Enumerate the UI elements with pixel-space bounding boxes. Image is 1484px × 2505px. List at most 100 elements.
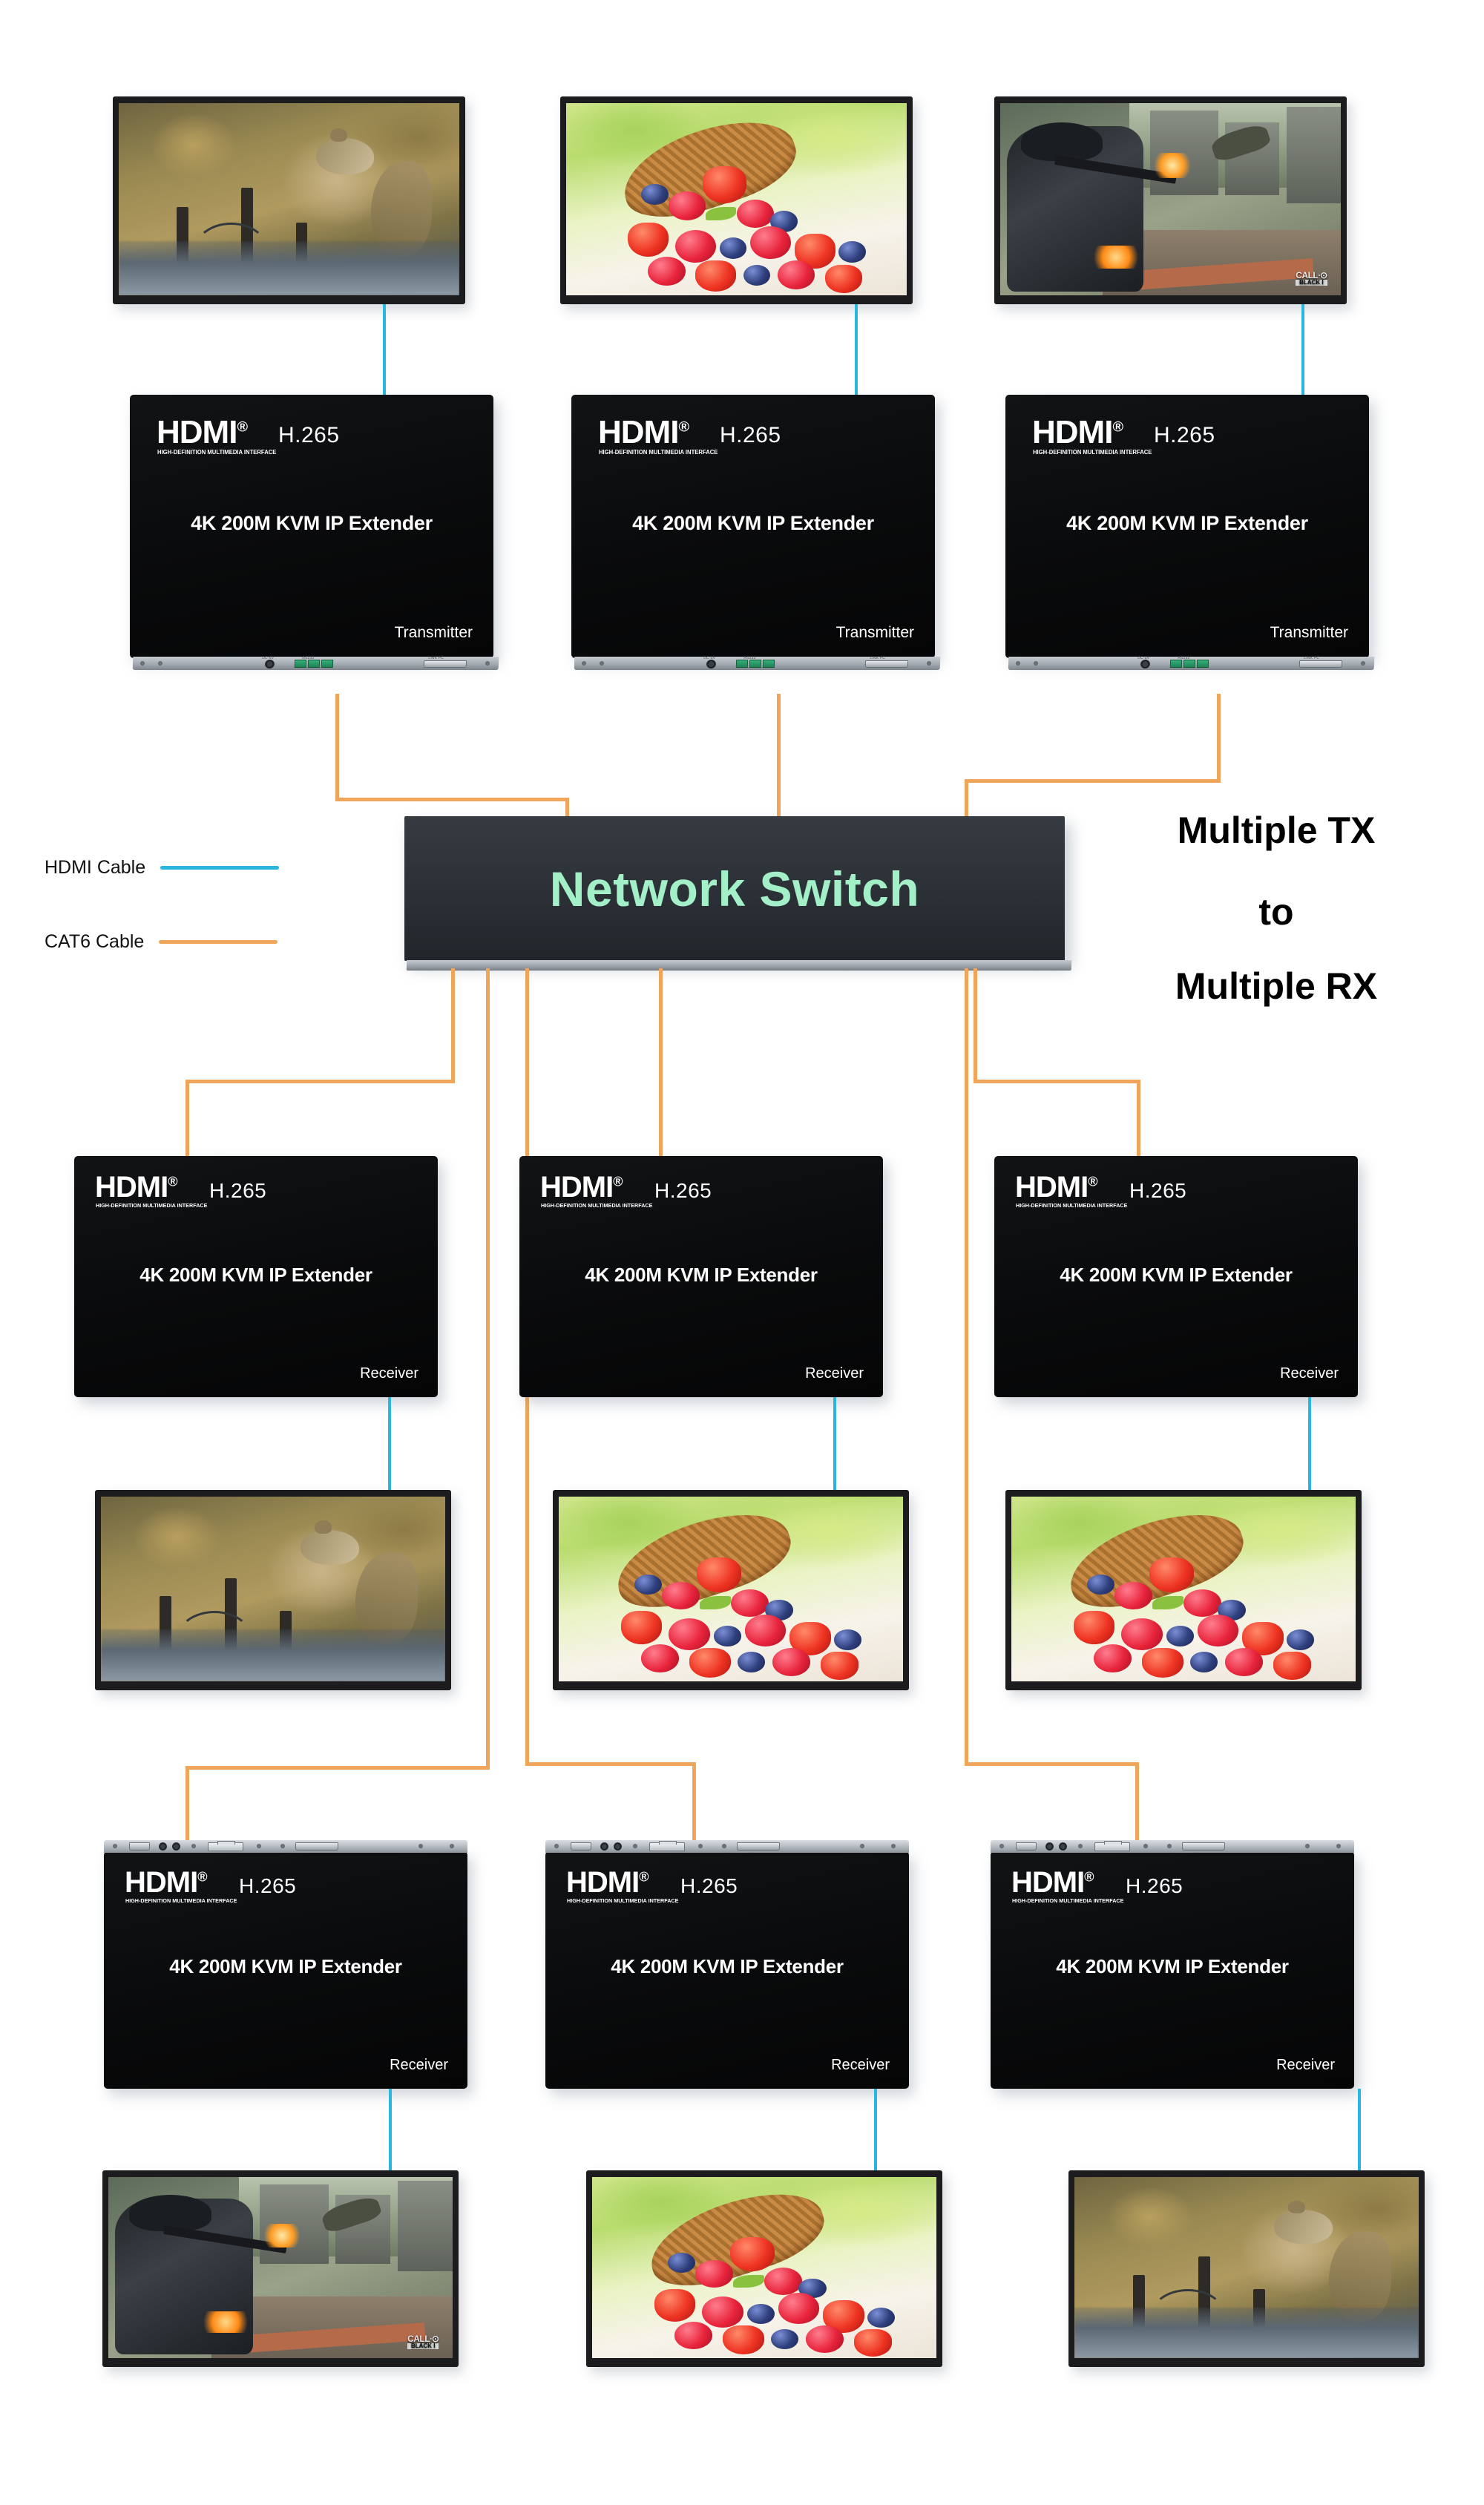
registered-mark: ® xyxy=(678,418,690,436)
hdmi-brand-text: HDMI xyxy=(1032,414,1113,450)
source-monitor-3: CALL∙⊙ BLACK Ⅰ xyxy=(994,96,1347,304)
output-monitor-4: CALL∙⊙ BLACK Ⅰ xyxy=(102,2170,459,2367)
hdmi-cable-src3 xyxy=(1301,304,1304,395)
device-role-label: Receiver xyxy=(805,1365,864,1382)
receiver-4[interactable]: HDMI® HIGH-DEFINITION MULTIMEDIA INTERFA… xyxy=(104,1840,467,2089)
registered-mark: ® xyxy=(1088,1174,1098,1189)
receiver-6[interactable]: HDMI® HIGH-DEFINITION MULTIMEDIA INTERFA… xyxy=(991,1840,1354,2089)
hdmi-brand-subtitle: HIGH-DEFINITION MULTIMEDIA INTERFACE xyxy=(1016,1202,1128,1209)
device-port-panel: DC-5V RS232 LINK PC xyxy=(574,656,941,670)
codec-label: H.265 xyxy=(209,1179,267,1202)
rs232-terminal-port xyxy=(735,660,749,668)
device-model-label: 4K 200M KVM IP Extender xyxy=(1060,1264,1293,1286)
screw-hole xyxy=(1143,1844,1148,1848)
device-port-panel-top xyxy=(104,1840,467,1853)
usb-port xyxy=(129,1842,150,1851)
receiver-2[interactable]: HDMI® HIGH-DEFINITION MULTIMEDIA INTERFA… xyxy=(519,1156,883,1397)
rs232-terminal-port xyxy=(1196,660,1209,668)
usb-port xyxy=(571,1842,591,1851)
screw-hole xyxy=(581,661,587,666)
legend-label-hdmi: HDMI Cable xyxy=(45,857,146,878)
screw-hole xyxy=(722,1844,726,1848)
device-model-label: 4K 200M KVM IP Extender xyxy=(139,1264,372,1286)
screw-hole xyxy=(157,661,163,666)
device-role-label: Receiver xyxy=(390,2057,448,2073)
receiver-1[interactable]: HDMI® HIGH-DEFINITION MULTIMEDIA INTERFA… xyxy=(74,1156,438,1397)
hdmi-brand-logo: HDMI® xyxy=(1015,1172,1098,1202)
rs232-port-label: RS232 xyxy=(1178,656,1190,660)
hdmi-brand-text: HDMI xyxy=(540,1171,614,1204)
game-logo-line1: CALL∙⊙ xyxy=(407,2333,439,2344)
monitor-screen xyxy=(566,103,907,295)
usb-port xyxy=(1016,1842,1037,1851)
codec-label: H.265 xyxy=(1126,1874,1183,1897)
game-logo: CALL∙⊙ BLACK Ⅰ xyxy=(1296,271,1327,286)
receiver-3[interactable]: HDMI® HIGH-DEFINITION MULTIMEDIA INTERFA… xyxy=(994,1156,1358,1397)
receiver-5[interactable]: HDMI® HIGH-DEFINITION MULTIMEDIA INTERFA… xyxy=(545,1840,909,2089)
cat6-rx1-drop xyxy=(451,968,455,1083)
monitor-screen xyxy=(1011,1497,1356,1681)
screw-hole xyxy=(1167,1844,1172,1848)
monitor-screen xyxy=(119,103,459,295)
game-logo: CALL∙⊙ BLACK Ⅰ xyxy=(407,2334,439,2349)
cat6-rx2-drop xyxy=(659,968,663,1158)
dc-power-port xyxy=(1045,1842,1054,1851)
device-port-panel-top xyxy=(545,1840,909,1853)
rj45-ethernet-port[interactable] xyxy=(208,1841,243,1851)
hdmi-brand-logo: HDMI® xyxy=(540,1172,623,1202)
legend-swatch-cat6 xyxy=(159,940,278,944)
screw-hole xyxy=(257,1844,261,1848)
hdmi-brand-text: HDMI xyxy=(1015,1171,1089,1204)
hdmi-cable-rx6 xyxy=(1358,2089,1361,2174)
monitor-screen xyxy=(1074,2177,1419,2358)
dc-port-label: DC-5V xyxy=(262,656,275,660)
dc-power-port xyxy=(706,660,717,669)
hdmi-brand-subtitle: HIGH-DEFINITION MULTIMEDIA INTERFACE xyxy=(125,1897,237,1904)
rs232-port-label: RS232 xyxy=(302,656,315,660)
cat6-tx3-horiz xyxy=(965,779,1221,783)
transmitter-1[interactable]: HDMI® HIGH-DEFINITION MULTIMEDIA INTERFA… xyxy=(130,395,499,670)
hdmi-brand-subtitle: HIGH-DEFINITION MULTIMEDIA INTERFACE xyxy=(1012,1897,1124,1904)
transmitter-2[interactable]: HDMI® HIGH-DEFINITION MULTIMEDIA INTERFA… xyxy=(571,395,941,670)
codec-label: H.265 xyxy=(680,1874,738,1897)
hdmi-cable-rx4 xyxy=(389,2089,392,2174)
rj45-ethernet-port[interactable] xyxy=(1094,1841,1130,1851)
hdmi-brand-logo: HDMI® xyxy=(566,1868,649,1897)
screw-hole xyxy=(633,1844,637,1848)
hdmi-cable-rx2 xyxy=(833,1397,836,1490)
hdmi-brand-logo: HDMI® xyxy=(125,1868,207,1897)
hdmi-cable-rx5 xyxy=(874,2089,877,2174)
rj45-ethernet-port[interactable] xyxy=(649,1841,685,1851)
network-switch[interactable]: Network Switch xyxy=(404,816,1072,971)
game-logo-line2: BLACK Ⅰ xyxy=(407,2343,439,2349)
hdmi-cable-src2 xyxy=(855,304,858,395)
screw-hole xyxy=(1360,661,1366,666)
hdmi-brand-subtitle: HIGH-DEFINITION MULTIMEDIA INTERFACE xyxy=(541,1202,653,1209)
hdmi-port xyxy=(423,660,467,668)
screw-hole xyxy=(113,1844,117,1848)
hdmi-brand-logo: HDMI® xyxy=(95,1172,177,1202)
device-model-label: 4K 200M KVM IP Extender xyxy=(632,512,874,534)
output-monitor-5 xyxy=(586,2170,942,2367)
cat6-tx1-drop xyxy=(335,694,339,801)
hdmi-brand-subtitle: HIGH-DEFINITION MULTIMEDIA INTERFACE xyxy=(1033,449,1152,456)
screw-hole xyxy=(926,661,932,666)
cat6-rx6-horiz xyxy=(965,1762,1139,1766)
cat6-rx3-horiz xyxy=(974,1080,1140,1083)
device-port-panel-top xyxy=(991,1840,1354,1853)
device-port-panel: DC-5V RS232 LINK PC xyxy=(132,656,499,670)
rs232-terminal-port xyxy=(1169,660,1183,668)
transmitter-3[interactable]: HDMI® HIGH-DEFINITION MULTIMEDIA INTERFA… xyxy=(1005,395,1375,670)
source-monitor-2 xyxy=(560,96,913,304)
cat6-tx3-drop xyxy=(1217,694,1221,783)
cat6-rx6-enter xyxy=(1135,1762,1139,1851)
device-model-label: 4K 200M KVM IP Extender xyxy=(1056,1955,1289,1977)
monitor-screen xyxy=(592,2177,936,2358)
device-role-label: Receiver xyxy=(1276,2057,1335,2073)
hdmi-brand-logo: HDMI® xyxy=(1032,416,1123,449)
hdmi-port xyxy=(295,1842,338,1851)
hdmi-brand-subtitle: HIGH-DEFINITION MULTIMEDIA INTERFACE xyxy=(599,449,718,456)
cat6-rx1-horiz xyxy=(186,1080,455,1083)
hdmi-cable-rx3 xyxy=(1308,1397,1311,1490)
hdmi-brand-logo: HDMI® xyxy=(157,416,248,449)
